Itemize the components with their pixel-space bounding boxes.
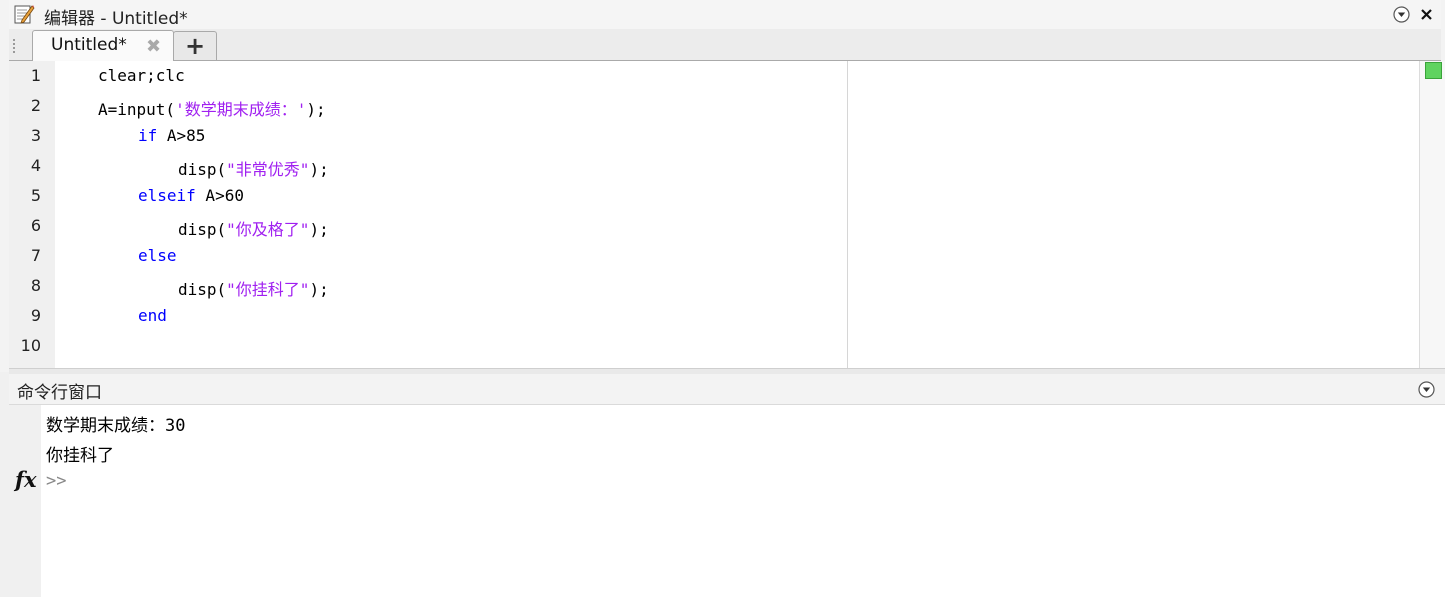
code-text: ); [306, 100, 326, 119]
command-window-title: 命令行窗口 [17, 383, 102, 403]
code-line: clear;clc [98, 66, 185, 85]
code-text: disp( [178, 160, 227, 179]
code-analyzer-status-indicator[interactable] [1425, 62, 1442, 79]
tab-label: Untitled* [51, 35, 127, 55]
line-number: 5 [30, 186, 41, 205]
code-keyword: if [138, 126, 158, 145]
code-line: disp("你及格了"); [178, 216, 329, 240]
code-text: A>60 [195, 186, 244, 205]
command-output-line: 你挂科了 [46, 446, 114, 466]
line-number: 4 [30, 156, 41, 175]
prompt-symbol: >> [46, 471, 67, 491]
code-text: clear;clc [98, 66, 185, 85]
vertical-scrollbar[interactable] [1419, 61, 1445, 368]
code-line: A=input('数学期末成绩：'); [98, 96, 326, 120]
editor-panel: 编辑器 - Untitled* Untitled* ✖ + 1 2 3 4 5 … [0, 0, 1445, 372]
code-line: if A>85 [138, 126, 205, 145]
edit-pencil-icon [14, 5, 35, 24]
code-editor[interactable]: 1 2 3 4 5 6 7 8 9 10 clear;clc A=input('… [9, 61, 1419, 368]
code-line: disp("你挂科了"); [178, 276, 329, 300]
code-line: end [138, 306, 167, 325]
code-text: disp( [178, 220, 227, 239]
code-text: A>85 [157, 126, 206, 145]
chevron-down-circle-icon[interactable] [1417, 380, 1435, 398]
line-number-gutter: 1 2 3 4 5 6 7 8 9 10 [9, 61, 55, 368]
code-line: elseif A>60 [138, 186, 244, 205]
editor-actions-chevron-icon[interactable] [1392, 5, 1410, 23]
line-number: 1 [30, 66, 41, 85]
command-gutter: fx [9, 405, 41, 597]
line-number: 7 [30, 246, 41, 265]
grip-handle[interactable] [13, 39, 18, 53]
add-tab-button[interactable]: + [173, 31, 217, 60]
code-keyword: else [138, 246, 177, 265]
fx-function-browser-icon[interactable]: fx [15, 467, 37, 492]
code-keyword: elseif [138, 186, 196, 205]
line-number: 10 [20, 336, 41, 355]
code-line: else [138, 246, 177, 265]
editor-titlebar: 编辑器 - Untitled* [9, 0, 1441, 30]
code-keyword: end [138, 306, 167, 325]
code-text: ); [309, 280, 329, 299]
command-window-header: 命令行窗口 [9, 374, 1445, 405]
right-margin-line [847, 61, 848, 368]
tab-close-icon[interactable]: ✖ [146, 36, 161, 57]
line-number: 9 [30, 306, 41, 325]
command-prompt[interactable]: >> [46, 471, 66, 491]
code-line: disp("非常优秀"); [178, 156, 329, 180]
line-number: 6 [30, 216, 41, 235]
line-number: 3 [30, 126, 41, 145]
command-window-body[interactable]: fx 数学期末成绩：30 你挂科了 >> [9, 405, 1445, 597]
code-text: ); [309, 220, 329, 239]
code-text: ); [309, 160, 329, 179]
code-text: disp( [178, 280, 227, 299]
code-text: A=input( [98, 100, 176, 119]
code-string: "非常优秀" [226, 160, 310, 179]
code-string: '数学期末成绩：' [175, 100, 307, 119]
editor-title: 编辑器 - Untitled* [44, 9, 188, 29]
close-icon[interactable] [1417, 5, 1435, 23]
tab-untitled[interactable]: Untitled* ✖ [32, 30, 174, 61]
code-string: "你挂科了" [226, 280, 310, 299]
editor-tabbar: Untitled* ✖ + [9, 29, 1441, 61]
command-output-line: 数学期末成绩：30 [46, 416, 186, 436]
code-string: "你及格了" [226, 220, 310, 239]
line-number: 2 [30, 96, 41, 115]
line-number: 8 [30, 276, 41, 295]
